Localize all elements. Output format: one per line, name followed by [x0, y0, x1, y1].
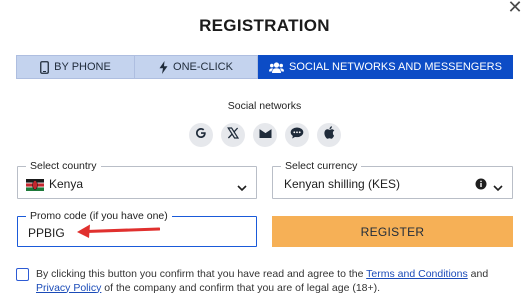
consent-text-after: of the company and confirm that you are … — [101, 281, 381, 294]
tab-label: SOCIAL NETWORKS AND MESSENGERS — [289, 61, 502, 73]
currency-value: Kenyan shilling (KES) — [284, 177, 401, 191]
google-icon — [195, 126, 207, 144]
tab-social-networks[interactable]: SOCIAL NETWORKS AND MESSENGERS — [258, 55, 513, 79]
country-value: Kenya — [49, 177, 84, 191]
register-button[interactable]: REGISTER — [272, 216, 513, 247]
mail-login-button[interactable] — [253, 123, 277, 147]
close-icon[interactable]: ✕ — [507, 0, 523, 16]
currency-label: Select currency — [281, 159, 362, 173]
currency-select[interactable]: Select currency Kenyan shilling (KES) — [272, 159, 513, 199]
mail-icon — [259, 126, 272, 144]
terms-link[interactable]: Terms and Conditions — [366, 268, 468, 280]
country-label: Select country — [26, 159, 101, 173]
registration-tabs: BY PHONE ONE-CLICK SOCIAL NETWORKS AND M… — [16, 55, 513, 79]
google-login-button[interactable] — [189, 123, 213, 147]
lightning-icon — [159, 60, 168, 74]
red-arrow-annotation — [76, 222, 161, 243]
tab-one-click[interactable]: ONE-CLICK — [135, 55, 258, 79]
tab-label: ONE-CLICK — [173, 61, 233, 73]
chevron-down-icon — [237, 179, 247, 197]
country-select[interactable]: Select country Kenya — [17, 159, 257, 199]
apple-icon — [323, 126, 335, 144]
consent-checkbox[interactable] — [16, 268, 29, 281]
privacy-policy-link[interactable]: Privacy Policy — [36, 282, 101, 294]
social-buttons — [189, 123, 341, 147]
page-title: REGISTRATION — [199, 16, 330, 35]
tab-label: BY PHONE — [54, 61, 111, 73]
tab-by-phone[interactable]: BY PHONE — [16, 55, 135, 79]
chat-icon — [290, 126, 304, 144]
consent-text: By clicking this button you confirm that… — [36, 268, 518, 295]
consent-text-before: By clicking this button you confirm that… — [36, 268, 367, 280]
chevron-down-icon — [493, 179, 503, 197]
consent-text-and: and — [467, 268, 489, 280]
promo-code-label: Promo code (if you have one) — [26, 209, 172, 223]
chat-login-button[interactable] — [285, 123, 309, 147]
social-networks-label: Social networks — [227, 100, 302, 112]
x-icon — [227, 126, 240, 144]
info-icon[interactable] — [475, 177, 487, 195]
promo-code-value[interactable]: PPBIG — [28, 226, 65, 240]
apple-login-button[interactable] — [317, 123, 341, 147]
x-login-button[interactable] — [221, 123, 245, 147]
phone-icon — [40, 60, 50, 74]
users-icon — [269, 61, 285, 73]
kenya-flag-icon — [26, 178, 44, 191]
